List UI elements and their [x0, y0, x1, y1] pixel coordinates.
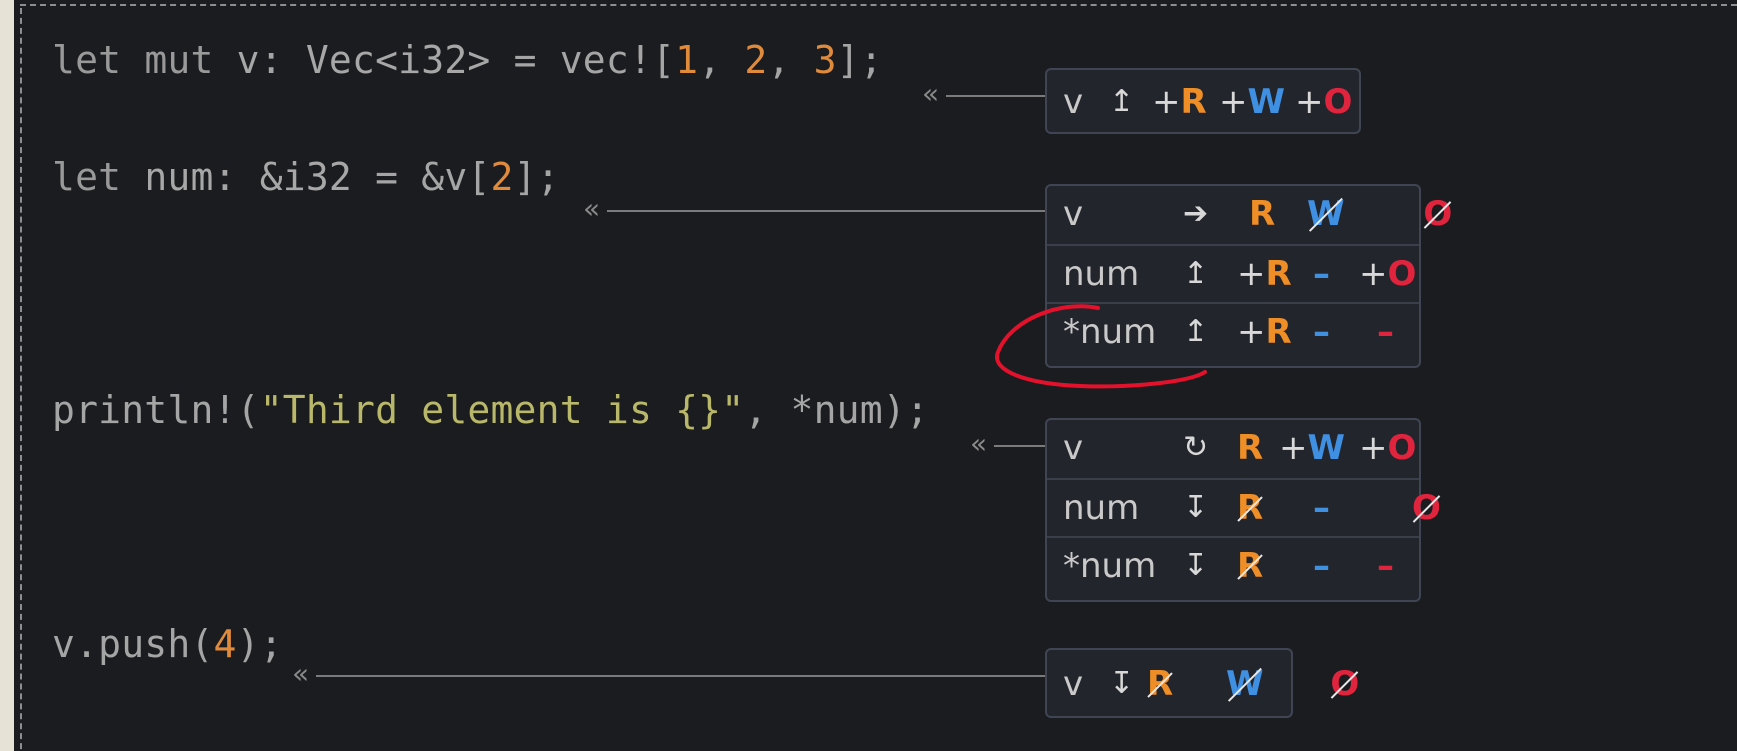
keyword-let: let [52, 155, 122, 199]
open-bracket: [ [652, 38, 676, 82]
own-perm-revoked: O [1423, 186, 1452, 242]
literal-4: 4 [213, 622, 237, 666]
double-chevron-left-icon: « [922, 77, 940, 110]
keyword-let: let [52, 38, 122, 82]
literal-2: 2 [744, 38, 768, 82]
own-perm-revoked: O [1412, 480, 1441, 536]
method-call: v.push( [52, 622, 214, 666]
code-line-2: let num: &i32 = &v[2]; [52, 155, 560, 199]
string-literal: "Third element is {}" [259, 388, 745, 432]
cycle-icon: ↻ [1183, 430, 1209, 465]
read-perm: +R [1237, 312, 1292, 352]
own-perm-revoked: O [1330, 656, 1359, 712]
own-none: – [1377, 312, 1394, 352]
double-chevron-left-icon: « [583, 192, 601, 225]
path-label: v [1063, 428, 1084, 468]
perm-row: v ↻ R +W +O [1047, 420, 1419, 476]
read-perm: R [1237, 428, 1264, 468]
var-name: num [144, 155, 214, 199]
own-none: – [1377, 546, 1394, 586]
arrow-down-icon: ↧ [1183, 490, 1209, 525]
index-literal: 2 [490, 155, 514, 199]
close-bracket: ]; [836, 38, 883, 82]
type-annotation: Vec<i32> [305, 38, 491, 82]
macro-call: println!( [52, 388, 260, 432]
code-line-3: println!("Third element is {}", *num); [52, 388, 929, 432]
args: , *num); [744, 388, 929, 432]
path-label: num [1063, 488, 1140, 528]
write-perm: +W [1219, 82, 1286, 122]
borrow-expr: &v[ [421, 155, 491, 199]
equals: = [513, 38, 537, 82]
perm-row: *num ↥ +R – – [1047, 302, 1419, 360]
path-label: num [1063, 254, 1140, 294]
call-end: ); [236, 622, 283, 666]
expr-end: ]; [513, 155, 560, 199]
code-line-4: v.push(4); [52, 622, 283, 666]
dashed-frame-top [20, 4, 1737, 6]
read-perm: +R [1237, 254, 1292, 294]
comma: , [767, 38, 791, 82]
perm-row: num ↧ R – O [1047, 478, 1441, 536]
macro-call: vec! [559, 38, 653, 82]
literal-3: 3 [813, 38, 837, 82]
write-none: – [1313, 254, 1330, 294]
perm-row: *num ↧ R – – [1047, 536, 1419, 594]
path-label: *num [1063, 312, 1157, 352]
arrow-up-icon: ↥ [1183, 256, 1209, 291]
equals: = [375, 155, 399, 199]
read-perm: R [1249, 194, 1276, 234]
arrow-down-icon: ↧ [1183, 548, 1209, 583]
write-perm-revoked: W [1226, 656, 1264, 712]
literal-1: 1 [675, 38, 699, 82]
write-perm: +W [1279, 428, 1346, 468]
path-label: v [1063, 664, 1084, 704]
write-none: – [1313, 546, 1330, 586]
dashed-frame-left [20, 8, 22, 751]
write-none: – [1313, 312, 1330, 352]
path-label: v [1063, 194, 1084, 234]
arrow-right-icon: ➔ [1183, 196, 1209, 231]
arrow-up-icon: ↥ [1183, 314, 1209, 349]
permissions-box-4: v ↧ R W O [1045, 648, 1359, 718]
perm-row: v ↧ R W O [1047, 656, 1359, 712]
double-chevron-left-icon: « [292, 657, 310, 690]
read-perm: +R [1152, 82, 1207, 122]
double-chevron-left-icon: « [970, 427, 988, 460]
write-perm-revoked: W [1307, 186, 1345, 242]
own-perm: +O [1359, 254, 1417, 294]
own-perm: +O [1359, 428, 1417, 468]
own-perm: +O [1295, 82, 1353, 122]
keyword-mut: mut [144, 38, 214, 82]
write-none: – [1313, 488, 1330, 528]
type-annotation: &i32 [259, 155, 353, 199]
permissions-box-2: v ➔ R W O num ↥ +R – +O *num ↥ +R – – [1045, 184, 1452, 368]
permissions-box-1: v ↥ +R +W +O [1045, 68, 1361, 134]
perm-row: v ↥ +R +W +O [1047, 74, 1359, 130]
path-label: v [1063, 82, 1084, 122]
permissions-box-3: v ↻ R +W +O num ↧ R – O *num ↧ R – – [1045, 418, 1441, 602]
connector-line-1 [946, 95, 1046, 97]
diagram-canvas: let mut v: Vec<i32> = vec![1, 2, 3]; let… [0, 0, 1737, 751]
connector-line-4 [316, 675, 1046, 677]
read-perm-revoked: R [1237, 480, 1263, 536]
connector-line-2 [607, 210, 1046, 212]
arrow-down-icon: ↧ [1109, 666, 1135, 701]
read-perm-revoked: R [1237, 538, 1263, 594]
perm-row: v ➔ R W O [1047, 186, 1452, 242]
margin-strip [0, 0, 14, 751]
connector-line-3 [994, 445, 1046, 447]
perm-row: num ↥ +R – +O [1047, 244, 1419, 302]
colon: : [213, 155, 237, 199]
comma: , [698, 38, 722, 82]
arrow-up-icon: ↥ [1109, 84, 1135, 119]
code-line-1: let mut v: Vec<i32> = vec![1, 2, 3]; [52, 38, 883, 82]
path-label: *num [1063, 546, 1157, 586]
var-name: v [236, 38, 260, 82]
read-perm-revoked: R [1147, 656, 1173, 712]
colon: : [259, 38, 283, 82]
